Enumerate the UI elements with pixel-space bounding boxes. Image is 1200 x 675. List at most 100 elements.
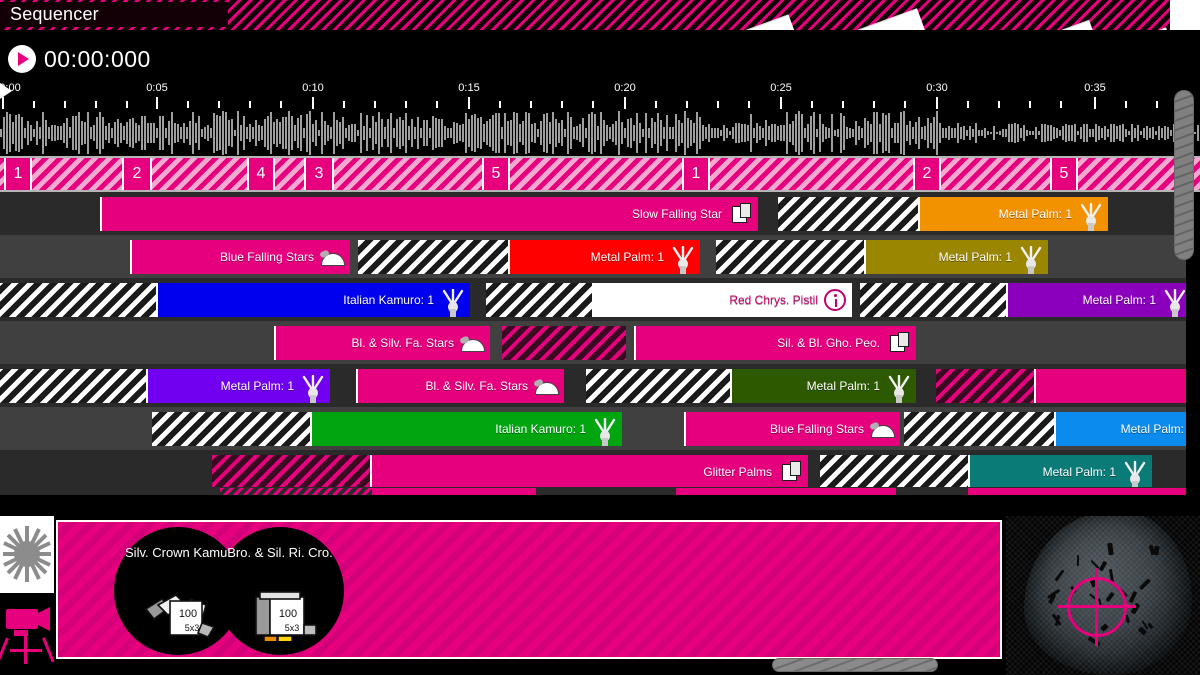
clip-gap-hatched[interactable] [586, 369, 730, 403]
camera-icon[interactable] [0, 593, 55, 675]
clip-gap-pink-hatched[interactable] [936, 369, 1034, 403]
waveform-bar [726, 127, 728, 139]
rocket-glyph [1124, 461, 1146, 489]
waveform-bar [1092, 129, 1094, 137]
waveform-bar [720, 130, 722, 136]
clip-metal-palm-1[interactable]: Metal Palm: 1 [146, 369, 330, 403]
marker-4[interactable]: 4 [247, 158, 275, 190]
crosshair-icon[interactable] [1058, 568, 1136, 646]
clip-italian-kamuro-1[interactable]: Italian Kamuro: 1 [156, 283, 470, 317]
waveform-bar [168, 120, 170, 146]
clip-gap-hatched[interactable] [152, 412, 310, 446]
vertical-scrollbar[interactable] [1174, 90, 1194, 260]
marker-2[interactable]: 2 [122, 158, 152, 190]
waveform-bar [90, 127, 92, 139]
clip-metal-palm-1[interactable]: Metal Palm: 1 [508, 240, 700, 274]
waveform-bar [399, 116, 401, 150]
waveform-bar [396, 118, 398, 148]
play-icon[interactable] [8, 45, 36, 73]
waveform-bar [417, 116, 419, 150]
clip-gap-hatched[interactable] [904, 412, 1054, 446]
marker-2[interactable]: 2 [913, 158, 941, 190]
clip-metal-palm-1[interactable]: Metal Palm: 1 [1054, 412, 1186, 446]
firework-palette[interactable]: Silv. Crown Kamu. 100 5x3 Bro. & Sil. Ri. C… [56, 520, 1002, 659]
waveform-bar [192, 111, 194, 155]
marker-1[interactable]: 1 [4, 158, 32, 190]
ruler-minor-tick [280, 101, 282, 108]
clip-sil-bl-gho-peo[interactable]: Sil. & Bl. Gho. Peo. [634, 326, 916, 360]
waveform-bar [678, 120, 680, 146]
firework-burst-icon[interactable] [0, 516, 54, 593]
clip-gap-hatched[interactable] [0, 283, 156, 317]
waveform-bar [144, 116, 146, 150]
marker-1[interactable]: 1 [682, 158, 710, 190]
clip-red-chrys-pistil[interactable]: Red Chrys. Pistil [592, 283, 852, 317]
waveform-bar [96, 116, 98, 150]
preview-viewport[interactable] [1006, 516, 1200, 675]
clip-metal-palm-1[interactable]: Metal Palm: 1 [730, 369, 916, 403]
waveform-bar [549, 122, 551, 144]
waveform-bar [336, 119, 338, 147]
waveform-bar [174, 122, 176, 144]
track-row[interactable]: Bl. & Silv. Fa. Stars Sil. & Bl. Gho. Peo… [0, 321, 1186, 364]
clip-glitter-palms[interactable]: Glitter Palms [370, 455, 808, 489]
horizontal-scrollbar-track[interactable] [0, 495, 1200, 516]
track-row[interactable]: Metal Palm: 1 Bl. & Silv. Fa. Stars Metal … [0, 364, 1186, 407]
info-icon[interactable] [824, 289, 846, 311]
waveform-bar [501, 126, 503, 140]
waveform-bar [537, 128, 539, 138]
waveform-bar [1155, 131, 1157, 135]
clip-metal-palm-1[interactable]: Metal Palm: 1 [918, 197, 1108, 231]
clip-metal-palm-1[interactable]: Metal Palm: 1 [1006, 283, 1186, 317]
clip-italian-kamuro-1[interactable]: Italian Kamuro: 1 [310, 412, 622, 446]
track-area[interactable]: Slow Falling Star Metal Palm: 1 Blue Falli… [0, 192, 1186, 497]
clip-metal-palm-1[interactable]: Metal Palm: 1 [968, 455, 1152, 489]
clip-bl-silv-fa-stars[interactable]: Bl. & Silv. Fa. Stars [274, 326, 490, 360]
waveform-bar [1071, 125, 1073, 141]
clip-bl-silv-fa-stars[interactable]: Bl. & Silv. Fa. Stars [356, 369, 564, 403]
ruler-label: 0:00 [0, 82, 21, 94]
track-row[interactable]: Italian Kamuro: 1 Red Chrys. Pistil Metal … [0, 278, 1186, 321]
clip-label: Metal Palm: 1 [1120, 422, 1186, 436]
waveform-bar [711, 128, 713, 138]
marker-5[interactable]: 5 [482, 158, 510, 190]
box-icon [778, 461, 802, 483]
clip-gap-pink-hatched[interactable] [212, 455, 370, 489]
timeline-ruler[interactable]: 0:00 0:05 0:10 0:15 0:20 0:25 0:30 0:35 [0, 82, 1200, 110]
marker-3[interactable]: 3 [304, 158, 334, 190]
clip-gap-hatched[interactable] [820, 455, 970, 489]
clip-gap-hatched[interactable] [358, 240, 508, 274]
waveform-bar [927, 117, 929, 149]
marker-strip[interactable]: 1 2 43 5 1 2 5 [0, 156, 1200, 192]
clip-gap-hatched[interactable] [486, 283, 592, 317]
clip-metal-palm-1[interactable]: Metal Palm: 1 [864, 240, 1048, 274]
clip-slow-falling-star[interactable]: Slow Falling Star [100, 197, 758, 231]
clip-gap-hatched[interactable] [716, 240, 864, 274]
waveform-bar [627, 119, 629, 147]
clip-gap-hatched[interactable] [860, 283, 1006, 317]
clip-gap-hatched[interactable] [0, 369, 146, 403]
marker-5[interactable]: 5 [1050, 158, 1078, 190]
clip-blue-falling-stars[interactable]: Blue Falling Stars [684, 412, 900, 446]
ruler-label: 0:30 [926, 82, 948, 94]
clip-gap-hatched[interactable] [778, 197, 918, 231]
palette-horizontal-scrollbar[interactable] [772, 658, 938, 672]
palette-item[interactable]: Bro. & Sil. Ri. Cro. 100 5x3 [216, 527, 344, 655]
clip-blue-falling-stars[interactable]: Blue Falling Stars [130, 240, 350, 274]
waveform-bar [531, 124, 533, 142]
waveform-bar [930, 122, 932, 144]
waveform-bar [63, 122, 65, 144]
audio-waveform[interactable] [0, 110, 1200, 156]
waveform-bar [1170, 129, 1172, 137]
waveform-bar [810, 115, 812, 151]
waveform-bar [1098, 125, 1100, 141]
track-row[interactable]: Italian Kamuro: 1 Blue Falling Stars Metal… [0, 407, 1186, 450]
track-row[interactable]: Slow Falling Star Metal Palm: 1 [0, 192, 1186, 235]
clip-gap-pink-hatched[interactable] [502, 326, 626, 360]
clip-untitled[interactable] [1034, 369, 1186, 403]
waveform-bar [768, 125, 770, 141]
waveform-bar [825, 127, 827, 139]
track-row[interactable]: Blue Falling Stars Metal Palm: 1 Metal Pal… [0, 235, 1186, 278]
waveform-bar [84, 122, 86, 144]
waveform-bar [645, 113, 647, 153]
